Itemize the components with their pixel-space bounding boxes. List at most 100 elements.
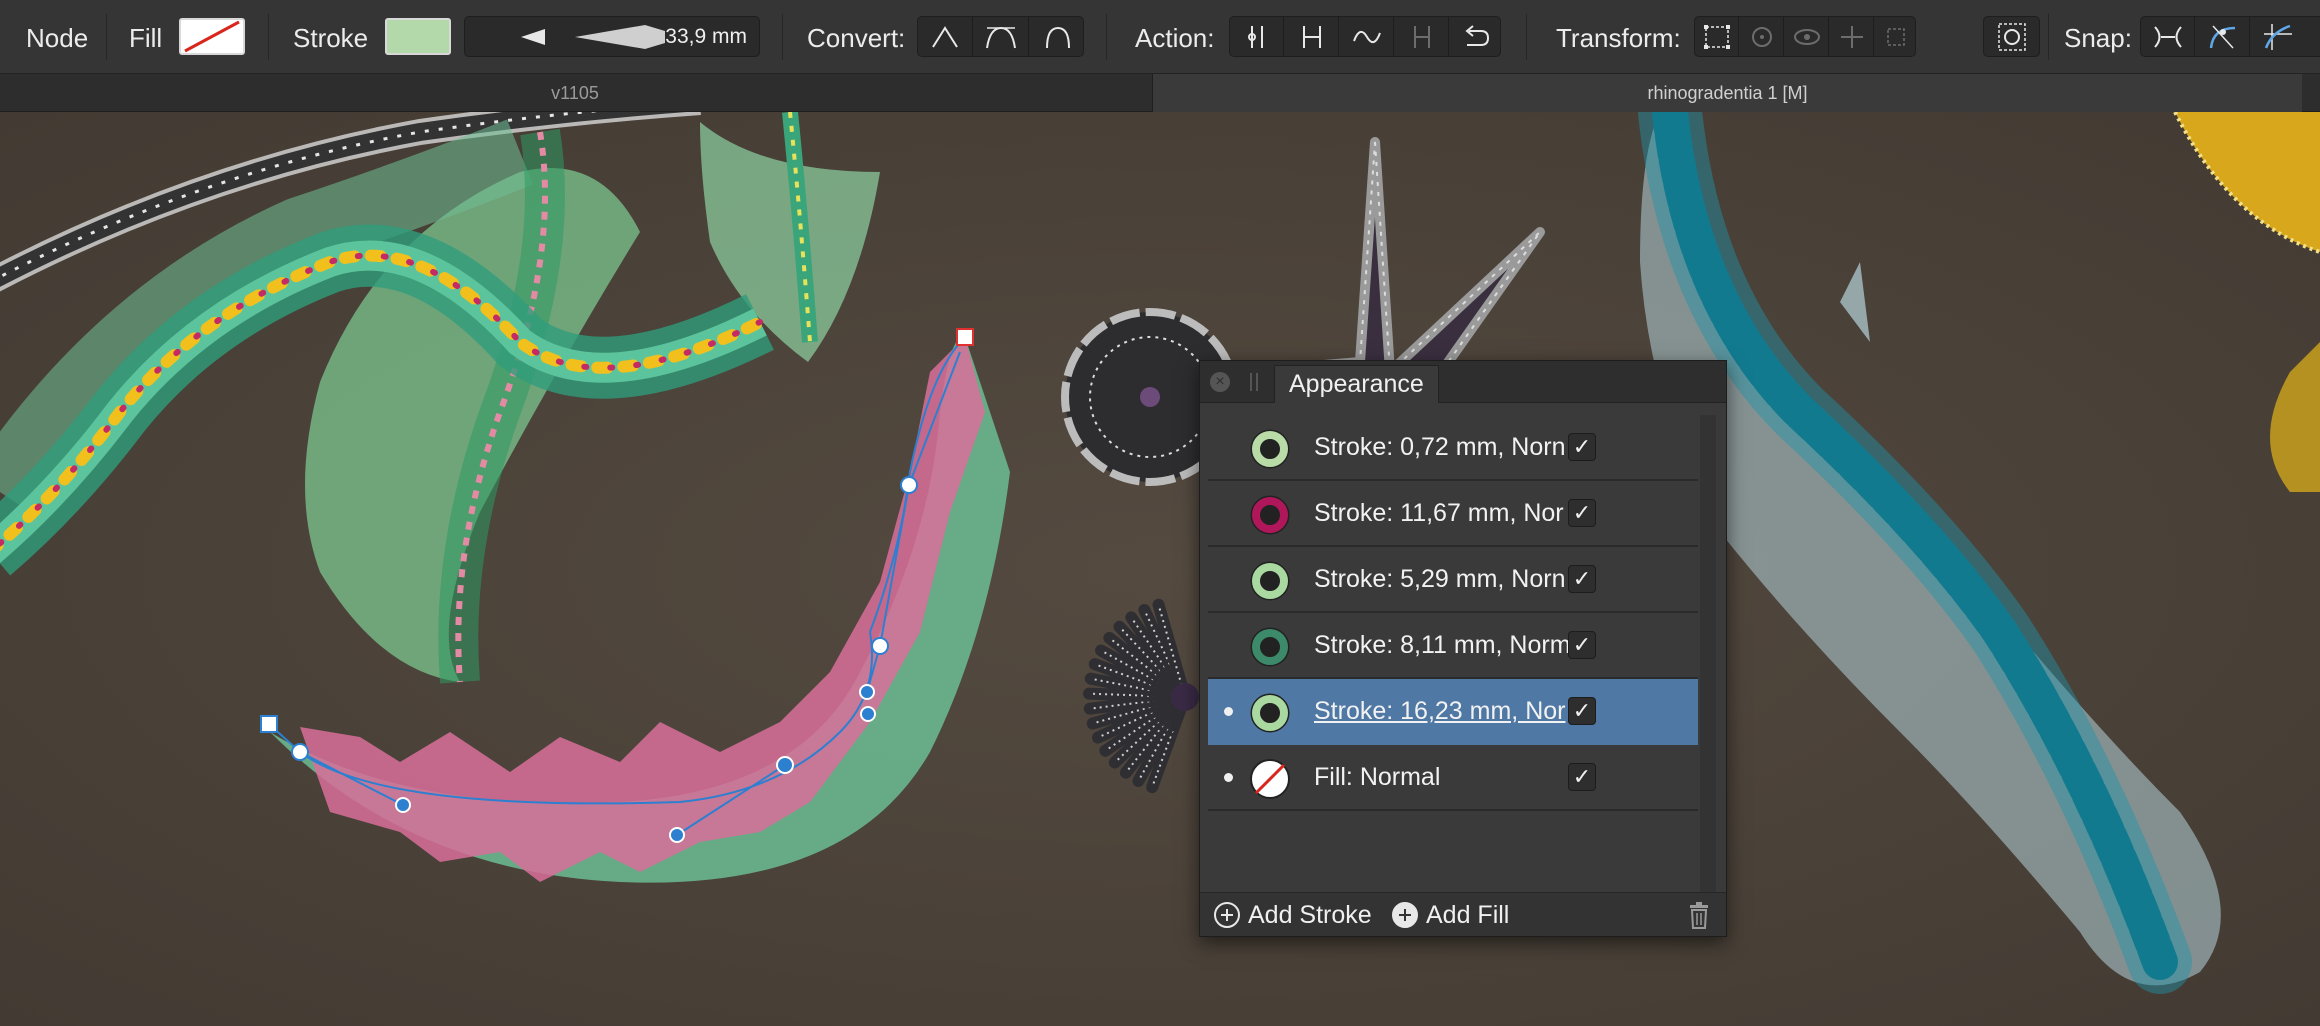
snap-label: Snap: <box>2064 23 2132 53</box>
node-tool-label: Node <box>26 23 89 53</box>
transform-group <box>1694 16 1916 57</box>
fill-label: Fill <box>129 23 163 53</box>
snap-curve-button[interactable] <box>2196 17 2250 56</box>
smooth-node-button[interactable] <box>974 17 1029 56</box>
tab-rhinogradentia[interactable]: rhinogradentia 1 [M] <box>1152 74 2302 112</box>
panel-title: Appearance <box>1289 370 1424 398</box>
fill-swatch[interactable] <box>179 18 245 55</box>
sharp-node-button[interactable] <box>918 17 973 56</box>
row-bullet-icon <box>1224 707 1233 716</box>
add-icon <box>1214 902 1240 928</box>
show-handles-icon <box>1793 28 1820 45</box>
join-curves-button[interactable] <box>1285 17 1339 56</box>
appearance-row[interactable]: Stroke: 0,72 mm, Norn ✓ <box>1208 415 1698 481</box>
trash-icon[interactable] <box>1688 901 1710 929</box>
row-label: Stroke: 11,67 mm, Nor <box>1314 499 1564 527</box>
action-group <box>1229 16 1501 57</box>
visibility-checkbox[interactable]: ✓ <box>1568 433 1596 461</box>
appearance-row[interactable]: Stroke: 16,23 mm, Nor ✓ <box>1208 679 1698 745</box>
transform-label: Transform: <box>1556 23 1681 53</box>
add-stroke-label: Add Stroke <box>1248 900 1372 929</box>
move-anchor-icon <box>1840 25 1863 48</box>
move-anchor-button[interactable] <box>1830 17 1874 56</box>
stroke-ring-icon <box>1250 627 1290 667</box>
visibility-checkbox[interactable]: ✓ <box>1568 697 1596 725</box>
no-fill-icon <box>184 20 240 53</box>
visibility-checkbox[interactable]: ✓ <box>1568 631 1596 659</box>
transform-box-icon <box>1703 24 1730 49</box>
reverse-curve-icon <box>1465 24 1490 46</box>
break-curve-button[interactable] <box>1230 17 1284 56</box>
transform-box-button[interactable] <box>1695 17 1739 56</box>
convert-group <box>917 16 1084 57</box>
action-label: Action: <box>1135 23 1215 53</box>
panel-scrollbar[interactable] <box>1700 415 1716 895</box>
snap-grid-icon <box>2264 23 2292 50</box>
stroke-width-slider[interactable]: 33,9 mm <box>464 16 760 57</box>
add-fill-label: Add Fill <box>1426 900 1510 929</box>
close-curve-button[interactable] <box>1395 17 1449 56</box>
appearance-layer-list: Stroke: 0,72 mm, Norn ✓ Stroke: 11,67 mm, … <box>1208 415 1698 811</box>
visibility-checkbox[interactable]: ✓ <box>1568 565 1596 593</box>
visibility-checkbox[interactable]: ✓ <box>1568 499 1596 527</box>
row-label: Stroke: 0,72 mm, Norn <box>1314 433 1566 461</box>
close-curve-icon <box>1413 25 1430 48</box>
document-tab-bar: v1105 rhinogradentia 1 [M] <box>0 74 2320 112</box>
panel-header: × Appearance <box>1200 361 1726 403</box>
transform-mode-icon <box>1997 22 2026 51</box>
end-node-handle[interactable] <box>956 328 974 346</box>
smooth-node-icon <box>986 26 1016 48</box>
sharp-node-icon <box>932 25 958 48</box>
smooth-curves-button[interactable] <box>1340 17 1394 56</box>
show-handles-button[interactable] <box>1785 17 1829 56</box>
tab-label: v1105 <box>551 82 599 103</box>
stroke-ring-icon <box>1250 495 1290 535</box>
start-node-handle[interactable] <box>260 715 278 733</box>
scale-nodes-button[interactable] <box>1875 17 1917 56</box>
visibility-checkbox[interactable]: ✓ <box>1568 763 1596 791</box>
rotate-icon <box>1751 26 1772 47</box>
document-canvas[interactable]: × Appearance Stroke: 0,72 mm, Norn ✓ Strok… <box>0 112 2320 1026</box>
toolbar-divider <box>1106 14 1107 60</box>
snap-grid-button[interactable] <box>2251 17 2305 56</box>
stroke-ring-icon <box>1250 429 1290 469</box>
canvas-artwork <box>0 112 2320 1026</box>
appearance-row[interactable]: Stroke: 5,29 mm, Norn ✓ <box>1208 547 1698 613</box>
context-toolbar: Node Fill Stroke 33,9 mm Convert: Action… <box>0 0 2320 74</box>
toolbar-divider <box>106 14 107 60</box>
snap-curve-icon <box>2209 24 2235 49</box>
drag-grip-icon[interactable] <box>1250 373 1258 391</box>
stroke-width-value: 33,9 mm <box>665 25 747 48</box>
stroke-swatch[interactable] <box>385 18 451 55</box>
scale-nodes-icon <box>1887 27 1905 46</box>
join-curves-icon <box>1302 25 1321 48</box>
tab-v1105[interactable]: v1105 <box>0 74 1150 112</box>
no-fill-icon <box>1250 759 1290 799</box>
rotate-button[interactable] <box>1740 17 1784 56</box>
snap-group <box>2140 16 2320 57</box>
appearance-row[interactable]: Stroke: 11,67 mm, Nor ✓ <box>1208 481 1698 547</box>
add-stroke-button[interactable]: Add Stroke <box>1214 899 1372 931</box>
add-icon <box>1392 902 1418 928</box>
row-label: Stroke: 5,29 mm, Norn <box>1314 565 1566 593</box>
row-label: Stroke: 16,23 mm, Nor <box>1314 697 1566 725</box>
snap-nodes-icon <box>2153 25 2182 48</box>
smooth-curves-icon <box>1352 30 1381 43</box>
stroke-label: Stroke <box>293 23 369 53</box>
transform-mode-button[interactable] <box>1983 16 2040 57</box>
smart-node-button[interactable] <box>1030 17 1085 56</box>
panel-footer: Add Stroke Add Fill <box>1200 892 1726 936</box>
snap-nodes-button[interactable] <box>2141 17 2195 56</box>
row-label: Fill: Normal <box>1314 763 1441 791</box>
add-fill-button[interactable]: Add Fill <box>1392 899 1509 931</box>
row-bullet-icon <box>1224 773 1233 782</box>
convert-label: Convert: <box>807 23 906 53</box>
close-panel-icon[interactable]: × <box>1210 372 1230 392</box>
row-label: Stroke: 8,11 mm, Norm <box>1314 631 1571 659</box>
tab-appearance[interactable]: Appearance <box>1274 365 1439 403</box>
appearance-row[interactable]: Stroke: 8,11 mm, Norm ✓ <box>1208 613 1698 679</box>
reverse-curve-button[interactable] <box>1450 17 1502 56</box>
stroke-ring-icon <box>1250 693 1290 733</box>
appearance-row[interactable]: Fill: Normal ✓ <box>1208 745 1698 811</box>
appearance-panel: × Appearance Stroke: 0,72 mm, Norn ✓ Strok… <box>1199 360 1727 937</box>
